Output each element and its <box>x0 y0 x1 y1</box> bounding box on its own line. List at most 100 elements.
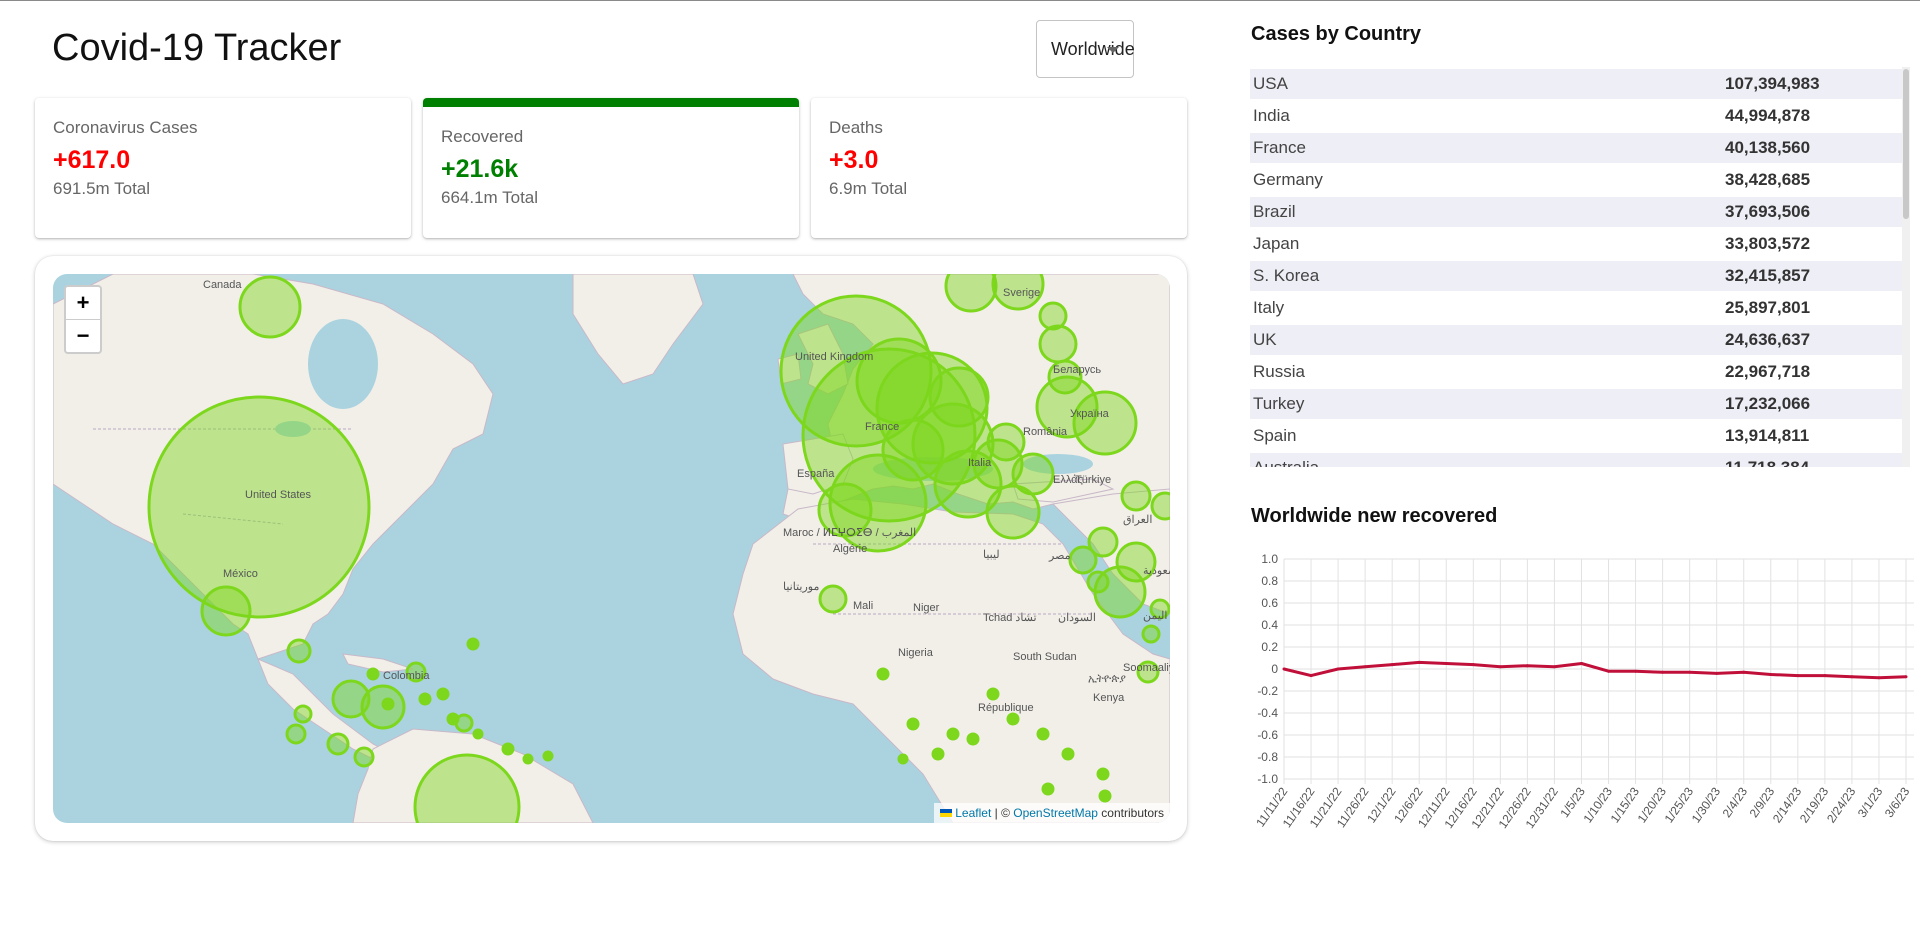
country-cases: 25,897,801 <box>1725 298 1811 317</box>
case-bubble[interactable] <box>1120 480 1152 512</box>
series-line <box>1283 660 1907 680</box>
case-bubble[interactable] <box>986 687 1000 701</box>
case-bubble[interactable] <box>147 395 371 619</box>
data-point <box>1796 674 1800 678</box>
attribution-suffix: contributors <box>1097 806 1164 820</box>
stat-card-recovered[interactable]: Recovered +21.6k 664.1m Total <box>423 98 799 238</box>
case-bubble[interactable] <box>1036 727 1050 741</box>
case-bubble[interactable] <box>1072 390 1138 456</box>
table-scrollbar[interactable] <box>1902 67 1910 467</box>
table-row: Japan 33,803,572 <box>1250 229 1910 259</box>
data-point <box>1336 667 1340 671</box>
case-bubble[interactable] <box>818 584 848 614</box>
case-bubble[interactable] <box>906 717 920 731</box>
stat-card-deaths[interactable]: Deaths +3.0 6.9m Total <box>811 98 1187 238</box>
country-name: Russia <box>1253 362 1305 381</box>
case-bubble[interactable] <box>1150 491 1170 521</box>
case-bubble[interactable] <box>1087 526 1119 558</box>
map-place-label: Maroc / ⵍⵎⵖⵔⵉⴱ / المغرب <box>783 527 916 539</box>
case-bubble[interactable] <box>200 585 252 637</box>
map-place-label: موريتانيا <box>783 581 819 593</box>
case-bubble[interactable] <box>931 747 945 761</box>
x-tick-label: 3/1/23 <box>1855 784 1886 820</box>
case-bubble[interactable] <box>986 422 1026 462</box>
x-tick-label: 2/24/23 <box>1824 784 1859 825</box>
data-point <box>1444 662 1448 665</box>
case-bubble[interactable] <box>238 275 302 339</box>
case-bubble[interactable] <box>542 750 554 762</box>
country-name: Italy <box>1253 298 1285 317</box>
map-place-label: United Kingdom <box>795 351 873 363</box>
case-bubble[interactable] <box>286 638 312 664</box>
data-point <box>1769 673 1773 676</box>
case-bubble[interactable] <box>353 746 375 768</box>
case-bubble[interactable] <box>1096 767 1110 781</box>
case-bubble[interactable] <box>1141 624 1161 644</box>
case-bubble[interactable] <box>522 753 534 765</box>
case-bubble[interactable] <box>472 728 484 740</box>
data-point <box>1823 674 1827 678</box>
zoom-in-button[interactable]: + <box>66 287 100 319</box>
country-table: USA 107,394,983 India 44,994,878 France 40,13… <box>1250 67 1910 467</box>
case-bubble[interactable] <box>897 753 909 765</box>
attribution-separator: | © <box>991 806 1014 820</box>
country-cases: 24,636,637 <box>1722 325 1910 355</box>
y-tick-label: -0.2 <box>1257 684 1278 698</box>
case-bubble[interactable] <box>331 679 371 719</box>
case-bubble[interactable] <box>285 723 307 745</box>
case-bubble[interactable] <box>985 484 1041 540</box>
data-point <box>1552 665 1556 669</box>
y-tick-label: 0.2 <box>1261 640 1278 654</box>
country-cases: 32,415,857 <box>1722 261 1910 291</box>
case-bubble[interactable] <box>466 637 480 651</box>
y-tick-label: 1.0 <box>1261 552 1278 566</box>
case-bubble[interactable] <box>501 742 515 756</box>
case-bubble[interactable] <box>326 732 350 756</box>
data-point <box>1390 663 1394 667</box>
map-place-label: اليمن <box>1143 610 1167 622</box>
y-tick-label: -0.8 <box>1257 750 1278 764</box>
y-tick-label: -0.4 <box>1257 706 1278 720</box>
map-place-label: ليبيا <box>983 549 1000 561</box>
case-bubble[interactable] <box>1086 570 1110 594</box>
leaflet-link[interactable]: Leaflet <box>955 806 991 820</box>
region-select[interactable]: Worldwide <box>1036 20 1135 78</box>
map-card: Canada United States México Colombia United … <box>35 256 1187 841</box>
table-row: Germany 38,428,685 <box>1250 165 1910 195</box>
case-bubble[interactable] <box>436 687 450 701</box>
map-place-label: Mali <box>853 600 873 612</box>
map-place-label: United States <box>245 489 312 501</box>
scrollbar-thumb[interactable] <box>1903 69 1909 219</box>
country-cases: 38,428,685 <box>1725 170 1811 189</box>
table-row: S. Korea 32,415,857 <box>1250 261 1910 291</box>
osm-link[interactable]: OpenStreetMap <box>1013 806 1098 820</box>
zoom-out-button[interactable]: − <box>66 319 100 352</box>
case-bubble[interactable] <box>1098 789 1112 803</box>
case-bubble[interactable] <box>293 704 313 724</box>
stat-card-cases[interactable]: Coronavirus Cases +617.0 691.5m Total <box>35 98 411 238</box>
map-place-label: Soomaaliya الصومال <box>1123 662 1170 674</box>
country-name: S. Korea <box>1250 261 1722 291</box>
y-tick-label: -0.6 <box>1257 728 1278 742</box>
stat-total: 691.5m Total <box>53 179 151 198</box>
world-map[interactable]: Canada United States México Colombia United … <box>53 274 1170 823</box>
country-table-container[interactable]: USA 107,394,983 India 44,994,878 France 40,13… <box>1250 67 1910 467</box>
country-cases: 22,967,718 <box>1725 362 1811 381</box>
table-row: India 44,994,878 <box>1250 101 1910 131</box>
case-bubble[interactable] <box>876 667 890 681</box>
case-bubble[interactable] <box>1041 782 1055 796</box>
case-bubble[interactable] <box>966 732 980 746</box>
case-bubble[interactable] <box>446 712 460 726</box>
case-bubble[interactable] <box>946 727 960 741</box>
case-bubble[interactable] <box>944 274 998 313</box>
zoom-control: + − <box>64 285 102 354</box>
data-point <box>1850 675 1854 679</box>
case-bubble[interactable] <box>381 697 395 711</box>
data-point <box>1715 671 1719 675</box>
map-place-label: México <box>223 568 258 580</box>
case-bubble[interactable] <box>1038 324 1078 364</box>
case-bubble[interactable] <box>1061 747 1075 761</box>
case-bubble[interactable] <box>418 692 432 706</box>
case-bubble[interactable] <box>1006 712 1020 726</box>
case-bubble[interactable] <box>366 667 380 681</box>
